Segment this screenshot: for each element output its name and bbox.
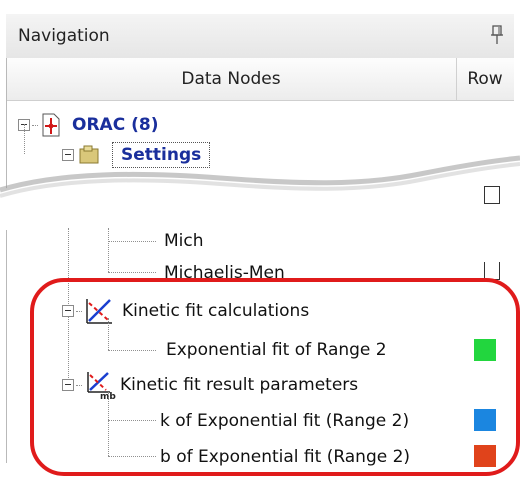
column-data-nodes[interactable]: Data Nodes bbox=[6, 58, 457, 100]
tree-node-michaelis-1[interactable]: Mich bbox=[164, 226, 204, 256]
pin-icon[interactable] bbox=[488, 24, 506, 46]
orac-icon bbox=[42, 113, 60, 137]
row-indicator-box bbox=[484, 186, 500, 204]
panel-left-border bbox=[6, 58, 7, 463]
tree-connector bbox=[108, 241, 156, 242]
tree-node-orac[interactable]: ORAC (8) bbox=[18, 108, 158, 142]
torn-separator bbox=[0, 155, 520, 230]
panel-header: Navigation bbox=[6, 14, 514, 59]
orac-label: ORAC (8) bbox=[72, 115, 159, 135]
tree-connector bbox=[108, 272, 156, 273]
navigation-panel: Navigation Data Nodes Row ORAC (8) Setti… bbox=[0, 0, 520, 477]
column-row[interactable]: Row bbox=[457, 58, 513, 100]
tree-connector bbox=[108, 228, 109, 272]
michaelis-label-1: Mich bbox=[164, 231, 204, 251]
tree-connector bbox=[68, 228, 69, 280]
highlight-oval bbox=[30, 278, 520, 476]
column-header: Data Nodes Row bbox=[6, 58, 514, 101]
panel-title: Navigation bbox=[18, 26, 110, 46]
